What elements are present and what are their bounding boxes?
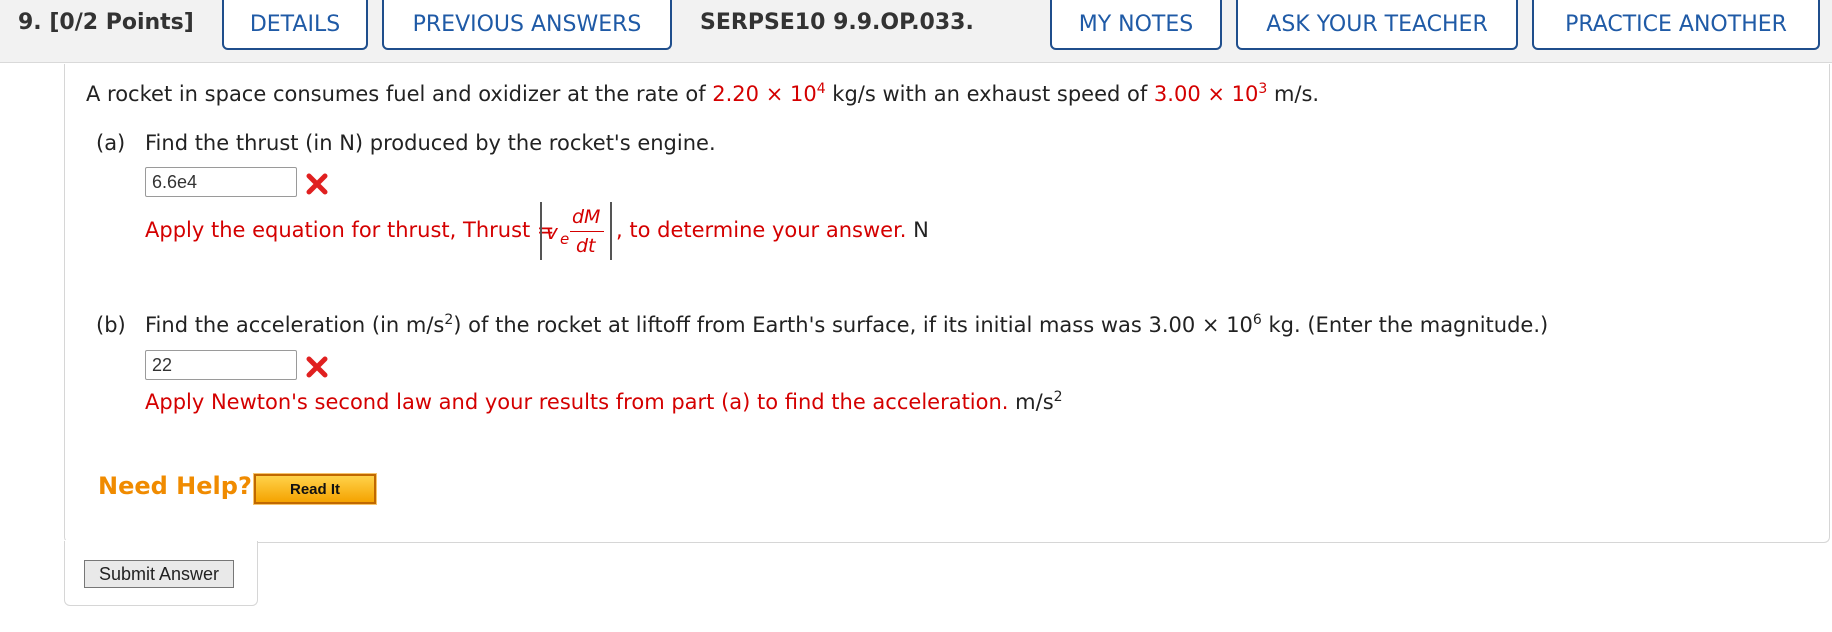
question-number: 9.	[18, 10, 42, 35]
problem-code: SERPSE10 9.9.OP.033.	[700, 10, 974, 35]
part-b-mass-exp: 6	[1252, 312, 1262, 328]
fuel-rate-value: 2.20 × 104	[712, 82, 825, 106]
intro-text-b: kg/s with an exhaust speed of	[825, 82, 1154, 106]
incorrect-icon	[306, 173, 328, 195]
part-b-feedback: Apply Newton's second law and your resul…	[145, 390, 1063, 414]
intro-text-c: m/s.	[1267, 82, 1320, 106]
speed-mantissa: 3.00 × 10	[1153, 82, 1259, 106]
details-button[interactable]: DETAILS	[222, 0, 368, 50]
part-b-answer-input[interactable]	[145, 350, 297, 380]
read-it-button[interactable]: Read It	[253, 473, 377, 505]
part-a-unit: N	[913, 218, 929, 242]
question-header: 9. [0/2 Points] DETAILS PREVIOUS ANSWERS…	[0, 0, 1832, 63]
rate-exponent: 4	[816, 81, 826, 97]
points-score: [0/2 Points]	[49, 10, 194, 35]
part-a-answer-input[interactable]	[145, 167, 297, 197]
rate-mantissa: 2.20 × 10	[712, 82, 817, 106]
part-b-feedback-text: Apply Newton's second law and your resul…	[145, 390, 1009, 414]
part-a-question: Find the thrust (in N) produced by the r…	[145, 131, 716, 155]
part-b-accel-exp: 2	[444, 312, 454, 328]
part-b-question-b: ) of the rocket at liftoff from Earth's …	[453, 313, 1253, 337]
speed-exponent: 3	[1258, 81, 1268, 97]
abs-bar-left	[540, 202, 542, 260]
my-notes-button[interactable]: MY NOTES	[1050, 0, 1222, 50]
fraction-numerator: dM	[572, 206, 601, 228]
part-b-question-a: Find the acceleration (in m/s	[145, 313, 445, 337]
part-a-feedback-tail: , to determine your answer. N	[616, 218, 929, 242]
part-b-unit-exp: 2	[1053, 389, 1063, 405]
part-a-feedback-lead: Apply the equation for thrust, Thrust =	[145, 218, 555, 242]
exhaust-subscript: e	[560, 230, 570, 248]
incorrect-icon	[306, 356, 328, 378]
feedback-tail-text: , to determine your answer.	[616, 218, 907, 242]
fraction-denominator: dt	[576, 235, 596, 257]
thrust-formula: v e dM dt	[540, 200, 614, 262]
panel-joint	[65, 540, 255, 543]
submit-answer-button[interactable]: Submit Answer	[84, 560, 234, 588]
question-points: 9. [0/2 Points]	[18, 10, 194, 35]
part-b-question: Find the acceleration (in m/s2) of the r…	[145, 313, 1548, 337]
intro-text-a: A rocket in space consumes fuel and oxid…	[86, 82, 713, 106]
abs-bar-right	[610, 202, 612, 260]
part-b-label: (b)	[96, 313, 126, 337]
exhaust-speed-symbol: v	[546, 220, 558, 244]
problem-statement: A rocket in space consumes fuel and oxid…	[86, 82, 1319, 106]
previous-answers-button[interactable]: PREVIOUS ANSWERS	[382, 0, 672, 50]
part-b-unit: m/s	[1015, 390, 1054, 414]
practice-another-button[interactable]: PRACTICE ANOTHER	[1532, 0, 1820, 50]
exhaust-speed-value: 3.00 × 103	[1154, 82, 1267, 106]
fraction-line	[570, 231, 604, 232]
ask-teacher-button[interactable]: ASK YOUR TEACHER	[1236, 0, 1518, 50]
part-b-question-c: kg. (Enter the magnitude.)	[1261, 313, 1549, 337]
need-help-label: Need Help?	[98, 472, 252, 500]
part-a-label: (a)	[96, 131, 126, 155]
